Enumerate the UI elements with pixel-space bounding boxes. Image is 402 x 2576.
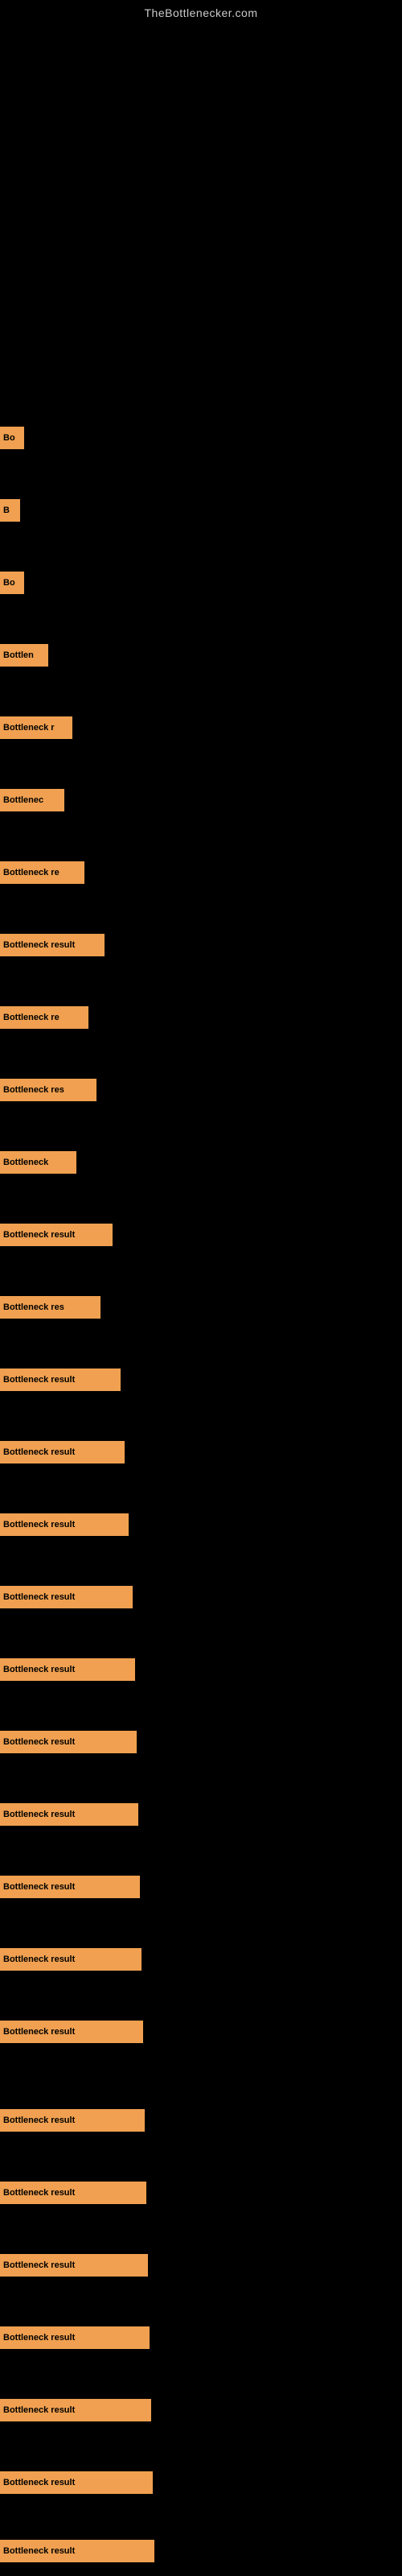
bottleneck-bar-row: Bottleneck result	[0, 1586, 133, 1608]
bar-label: Bottleneck result	[3, 2478, 75, 2487]
bottleneck-bar-row: B	[0, 499, 20, 522]
bottleneck-bar-row: Bottleneck result	[0, 934, 105, 956]
bottleneck-bar-row: Bottleneck re	[0, 861, 84, 884]
bar-label: Bottleneck result	[3, 1955, 75, 1964]
bar-label: Bottleneck result	[3, 1737, 75, 1747]
bar-label: Bottleneck result	[3, 2333, 75, 2343]
bar-label: Bottleneck res	[3, 1085, 64, 1095]
bar-label: Bottleneck	[3, 1158, 48, 1167]
bottleneck-bar-row: Bo	[0, 572, 24, 594]
bar-label: Bottleneck result	[3, 2260, 75, 2270]
bar-label: Bottleneck result	[3, 1882, 75, 1892]
bar-label: Bottleneck re	[3, 868, 59, 877]
bar-label: Bottleneck result	[3, 2027, 75, 2037]
bottleneck-bar-row: Bottleneck result	[0, 2326, 150, 2349]
bottleneck-bar-row: Bottleneck result	[0, 2254, 148, 2277]
bottleneck-bar-row: Bottleneck result	[0, 1731, 137, 1753]
bottleneck-bar-row: Bottleneck result	[0, 1658, 135, 1681]
bottleneck-bar-row: Bottleneck re	[0, 1006, 88, 1029]
bar-label: Bottleneck result	[3, 1447, 75, 1457]
bar-label: Bottlenec	[3, 795, 43, 805]
bottleneck-bar-row: Bottleneck result	[0, 1803, 138, 1826]
bar-label: Bottleneck result	[3, 1810, 75, 1819]
bottleneck-bar-row: Bottleneck result	[0, 1368, 121, 1391]
bar-label: Bottleneck res	[3, 1302, 64, 1312]
bar-label: Bottleneck r	[3, 723, 55, 733]
bottleneck-bar-row: Bottleneck result	[0, 2399, 151, 2421]
bar-label: Bottleneck result	[3, 1665, 75, 1674]
bar-label: Bottleneck re	[3, 1013, 59, 1022]
bottleneck-bar-row: Bottleneck	[0, 1151, 76, 1174]
bar-label: B	[3, 506, 10, 515]
bar-label: Bo	[3, 578, 15, 588]
bottleneck-bar-row: Bottleneck res	[0, 1296, 100, 1319]
bar-label: Bottleneck result	[3, 2405, 75, 2415]
bar-label: Bottlen	[3, 650, 34, 660]
bar-label: Bottleneck result	[3, 2116, 75, 2125]
bottleneck-bar-row: Bottleneck res	[0, 1079, 96, 1101]
bar-label: Bottleneck result	[3, 1520, 75, 1530]
bottleneck-bar-row: Bottlenec	[0, 789, 64, 811]
bottleneck-bar-row: Bo	[0, 427, 24, 449]
bar-label: Bo	[3, 433, 15, 443]
bar-label: Bottleneck result	[3, 1230, 75, 1240]
bottleneck-bar-row: Bottleneck result	[0, 2540, 154, 2562]
site-title: TheBottlenecker.com	[0, 0, 402, 19]
bottleneck-bar-row: Bottleneck result	[0, 2471, 153, 2494]
bar-label: Bottleneck result	[3, 1592, 75, 1602]
bottleneck-bar-row: Bottleneck r	[0, 716, 72, 739]
bar-label: Bottleneck result	[3, 940, 75, 950]
bottleneck-bar-row: Bottleneck result	[0, 1876, 140, 1898]
bottleneck-bar-row: Bottleneck result	[0, 2182, 146, 2204]
bottleneck-bar-row: Bottleneck result	[0, 1224, 113, 1246]
bar-label: Bottleneck result	[3, 2188, 75, 2198]
bottleneck-bar-row: Bottleneck result	[0, 2109, 145, 2132]
bottleneck-bar-row: Bottleneck result	[0, 2021, 143, 2043]
bar-label: Bottleneck result	[3, 2546, 75, 2556]
bottleneck-bar-row: Bottleneck result	[0, 1441, 125, 1463]
bottleneck-bar-row: Bottleneck result	[0, 1948, 142, 1971]
bar-label: Bottleneck result	[3, 1375, 75, 1385]
bottleneck-bar-row: Bottleneck result	[0, 1513, 129, 1536]
bottleneck-bar-row: Bottlen	[0, 644, 48, 667]
